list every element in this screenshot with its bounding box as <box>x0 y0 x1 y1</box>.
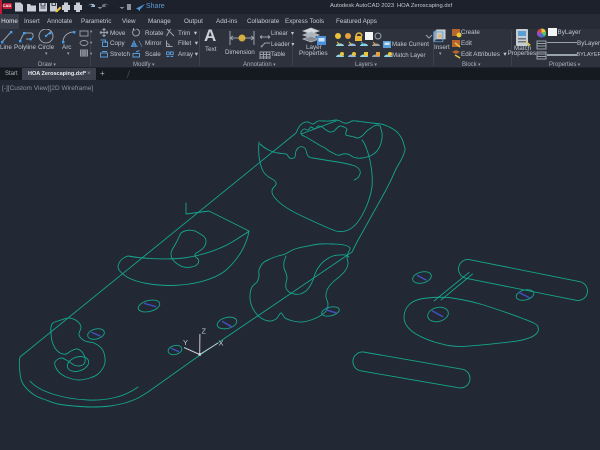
svg-text:X: X <box>219 339 224 348</box>
svg-text:Z: Z <box>202 327 207 336</box>
svg-text:Y: Y <box>183 338 188 347</box>
